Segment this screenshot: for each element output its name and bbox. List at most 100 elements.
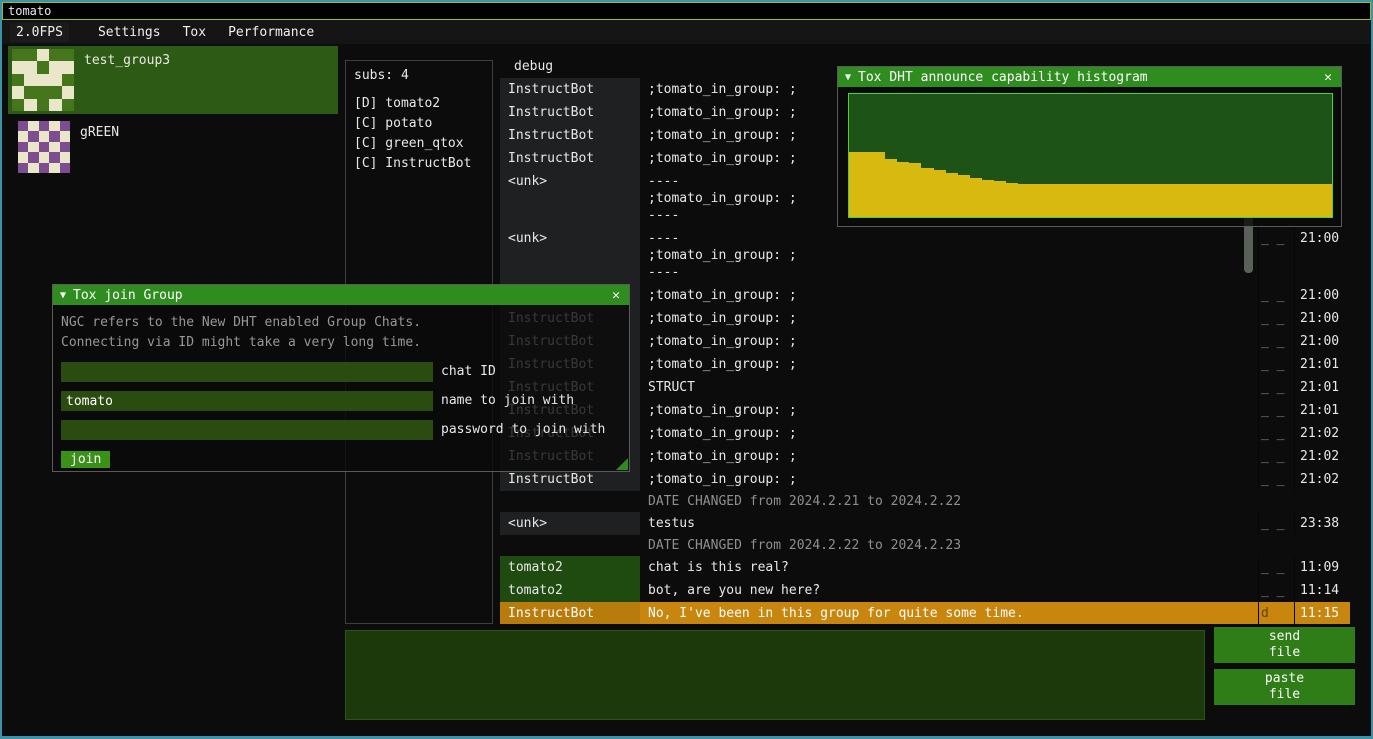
message-time: 21:02 bbox=[1294, 468, 1350, 491]
roster-item[interactable]: [C] green_qtox bbox=[352, 134, 486, 154]
histogram-bar bbox=[1006, 183, 1018, 217]
message-flags: _ _ bbox=[1258, 445, 1294, 468]
titlebar[interactable]: tomato bbox=[2, 2, 1371, 20]
message-flags: _ _ bbox=[1258, 579, 1294, 602]
group-avatar bbox=[18, 121, 70, 173]
send-file-button[interactable]: send file bbox=[1214, 627, 1355, 663]
histogram-window-titlebar[interactable]: ▼ Tox DHT announce capability histogram … bbox=[838, 67, 1341, 87]
histogram-bar bbox=[1175, 184, 1187, 217]
message-author: tomato2 bbox=[500, 556, 640, 579]
message-flags: _ _ bbox=[1258, 353, 1294, 376]
menu-item-settings[interactable]: Settings bbox=[87, 23, 172, 42]
message-time: 21:00 bbox=[1294, 284, 1350, 307]
histogram-bar bbox=[849, 152, 861, 217]
histogram-bar bbox=[1187, 184, 1199, 217]
histogram-window-title: Tox DHT announce capability histogram bbox=[858, 70, 1148, 85]
message-text: bot, are you new here? bbox=[640, 579, 1258, 602]
tab-debug[interactable]: debug bbox=[514, 59, 553, 74]
message-flags: _ _ bbox=[1258, 376, 1294, 399]
close-icon[interactable]: ✕ bbox=[1322, 70, 1334, 85]
chat-id-input[interactable] bbox=[61, 362, 433, 382]
message-time: 11:15 bbox=[1294, 602, 1350, 624]
histogram-bar bbox=[1139, 184, 1151, 217]
histogram-bar bbox=[970, 178, 982, 217]
histogram-bar bbox=[909, 163, 921, 217]
group-avatar bbox=[12, 49, 74, 111]
menu-items: SettingsToxPerformance bbox=[87, 23, 325, 42]
group-name: gREEN bbox=[80, 125, 119, 140]
group-item-test_group3[interactable]: test_group3 bbox=[8, 46, 338, 114]
group-sidebar: test_group3 gREEN bbox=[8, 46, 338, 180]
roster-item[interactable]: [C] InstructBot bbox=[352, 154, 486, 174]
message-author: tomato2 bbox=[500, 579, 640, 602]
chat-message-row[interactable]: tomato2bot, are you new here?_ _11:14 bbox=[500, 579, 1350, 602]
date-changed-row: DATE CHANGED from 2024.2.21 to 2024.2.22 bbox=[500, 491, 1350, 512]
roster-item[interactable]: [D] tomato2 bbox=[352, 94, 486, 114]
join-description-line: Connecting via ID might take a very long… bbox=[61, 333, 621, 353]
histogram-bar bbox=[873, 152, 885, 217]
histogram-bar bbox=[1211, 184, 1223, 217]
message-text: ;tomato_in_group: ; bbox=[640, 445, 1258, 468]
join-field-row: password to join with bbox=[61, 420, 621, 440]
join-button[interactable]: join bbox=[61, 451, 110, 468]
date-changed-row: DATE CHANGED from 2024.2.22 to 2024.2.23 bbox=[500, 535, 1350, 556]
message-text: testus bbox=[640, 512, 1258, 535]
message-time: 11:09 bbox=[1294, 556, 1350, 579]
collapse-arrow-icon[interactable]: ▼ bbox=[845, 72, 851, 83]
message-author: <unk> bbox=[500, 512, 640, 535]
histogram-bar bbox=[861, 152, 873, 217]
chat-id-label: chat ID bbox=[441, 362, 496, 382]
join-group-window: ▼ Tox join Group ✕ NGC refers to the New… bbox=[52, 284, 630, 472]
join-password-input[interactable] bbox=[61, 420, 433, 440]
chat-message-row[interactable]: <unk>testus_ _23:38 bbox=[500, 512, 1350, 535]
histogram-bar bbox=[1308, 184, 1320, 217]
chat-message-row[interactable]: tomato2chat is this real?_ _11:09 bbox=[500, 556, 1350, 579]
histogram-bar bbox=[1236, 184, 1248, 217]
message-flags: _ _ bbox=[1258, 330, 1294, 353]
chat-message-row[interactable]: InstructBotNo, I've been in this group f… bbox=[500, 602, 1350, 624]
histogram-bar bbox=[1054, 184, 1066, 217]
join-field-row: chat ID bbox=[61, 362, 621, 382]
composer-input[interactable] bbox=[345, 630, 1205, 720]
join-name-input[interactable] bbox=[61, 391, 433, 411]
message-author: InstructBot bbox=[500, 124, 640, 147]
histogram-plot bbox=[848, 93, 1333, 218]
chat-message-row[interactable]: <unk>----;tomato_in_group: ;----_ _21:00 bbox=[500, 227, 1350, 284]
subs-count: subs: 4 bbox=[354, 68, 486, 83]
menu-item-performance[interactable]: Performance bbox=[217, 23, 325, 42]
histogram-bar bbox=[946, 173, 958, 217]
message-flags: _ _ bbox=[1258, 512, 1294, 535]
collapse-arrow-icon[interactable]: ▼ bbox=[60, 290, 66, 301]
roster-list: [D] tomato2[C] potato[C] green_qtox[C] I… bbox=[352, 94, 486, 174]
message-flags: _ _ bbox=[1258, 227, 1294, 284]
message-author: <unk> bbox=[500, 227, 640, 284]
histogram-bar bbox=[994, 181, 1006, 217]
resize-grip[interactable] bbox=[616, 458, 628, 470]
histogram-bar bbox=[1115, 184, 1127, 217]
histogram-bar bbox=[1260, 184, 1272, 217]
histogram-bar bbox=[1248, 184, 1260, 217]
message-text: ;tomato_in_group: ; bbox=[640, 422, 1258, 445]
message-text: ;tomato_in_group: ; bbox=[640, 330, 1258, 353]
message-author: InstructBot bbox=[500, 78, 640, 101]
histogram-bar bbox=[1284, 184, 1296, 217]
join-window-titlebar[interactable]: ▼ Tox join Group ✕ bbox=[53, 285, 629, 305]
roster-item[interactable]: [C] potato bbox=[352, 114, 486, 134]
histogram-bar bbox=[921, 168, 933, 217]
dht-histogram-window: ▼ Tox DHT announce capability histogram … bbox=[837, 66, 1342, 227]
join-fields: chat IDname to join withpassword to join… bbox=[61, 362, 621, 440]
histogram-bar bbox=[1042, 184, 1054, 217]
join-password-label: password to join with bbox=[441, 420, 605, 440]
histogram-bar bbox=[1199, 184, 1211, 217]
message-time: 21:01 bbox=[1294, 399, 1350, 422]
group-item-gREEN[interactable]: gREEN bbox=[8, 118, 338, 176]
message-time: 21:02 bbox=[1294, 422, 1350, 445]
message-author: InstructBot bbox=[500, 602, 640, 624]
close-icon[interactable]: ✕ bbox=[610, 288, 622, 303]
menu-item-tox[interactable]: Tox bbox=[172, 23, 217, 42]
histogram-bar bbox=[1296, 184, 1308, 217]
join-window-body: NGC refers to the New DHT enabled Group … bbox=[53, 313, 629, 468]
message-text: chat is this real? bbox=[640, 556, 1258, 579]
message-flags: _ _ bbox=[1258, 307, 1294, 330]
paste-file-button[interactable]: paste file bbox=[1214, 669, 1355, 705]
